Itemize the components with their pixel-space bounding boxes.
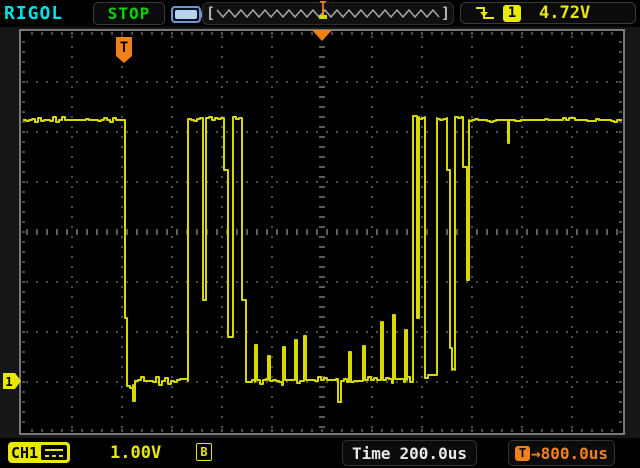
horizontal-center-marker-icon	[312, 30, 332, 41]
brand-logo: RIGOL	[4, 3, 63, 24]
memory-waveform-preview: [ ] T	[202, 2, 454, 25]
channel1-label: CH1	[11, 444, 38, 462]
trigger-offset-readout: T →800.0us	[508, 440, 615, 466]
channel1-badge: CH1	[8, 442, 70, 463]
preview-right-bracket: ]	[441, 4, 450, 22]
timebase-readout: Time 200.0us	[342, 440, 477, 466]
marker-overlay: T 1	[0, 0, 640, 468]
run-status-badge: STOP	[93, 2, 165, 25]
channel1-marker-label: 1	[5, 375, 12, 389]
bottom-status-bar: CH1 1.00V B Time 200.0us T →800.0us	[0, 438, 640, 468]
trigger-flag-label: T	[120, 40, 128, 56]
trigger-offset-marker: T	[515, 446, 530, 461]
time-label: Time	[352, 444, 391, 463]
preview-channel-tick	[319, 15, 327, 19]
battery-icon	[171, 6, 201, 23]
falling-edge-trigger-icon	[475, 4, 495, 22]
trigger-level-value: 4.72V	[539, 3, 590, 23]
battery-fill	[175, 10, 197, 19]
trigger-readout: 1 4.72V	[460, 2, 636, 24]
top-status-bar: RIGOL STOP [ ] T 1 4.72V	[0, 0, 640, 27]
trigger-source-badge: 1	[503, 5, 521, 22]
run-status-text: STOP	[108, 4, 151, 23]
vertical-scale-value: 1.00V	[110, 443, 161, 463]
trigger-offset-value: →800.0us	[531, 444, 608, 463]
time-scale-value: 200.0us	[400, 444, 467, 463]
bandwidth-limit-badge: B	[196, 443, 212, 461]
dc-coupling-icon	[41, 445, 67, 460]
oscilloscope-screen: T 1 RIGOL STOP [ ] T 1 4.72V	[0, 0, 640, 468]
